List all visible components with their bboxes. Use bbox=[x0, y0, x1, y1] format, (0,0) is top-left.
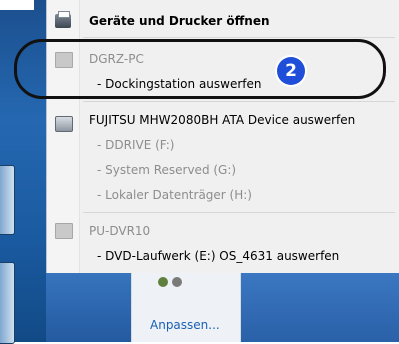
step-number-badge: 2 bbox=[277, 57, 305, 85]
menu-subitem-ddrive: - DDRIVE (F:) bbox=[47, 132, 399, 157]
taskbar-area bbox=[239, 273, 399, 342]
notification-tray-popup: Anpassen... bbox=[131, 273, 241, 342]
menu-subitem-local-disk: - Lokaler Datenträger (H:) bbox=[47, 182, 399, 207]
taskbar-area bbox=[46, 273, 131, 342]
menu-subitem-label: - DDRIVE (F:) bbox=[97, 137, 175, 152]
menu-item-dvd-eject[interactable]: - DVD-Laufwerk (E:) OS_4631 auswerfen bbox=[47, 243, 399, 268]
printer-icon bbox=[55, 11, 71, 28]
desktop-window-edge bbox=[0, 0, 34, 10]
highlight-oval bbox=[14, 39, 386, 99]
desktop-thumbnail bbox=[0, 165, 15, 235]
menu-item-label: FUJITSU MHW2080BH ATA Device auswerfen bbox=[89, 112, 356, 127]
desktop-thumbnail bbox=[0, 262, 15, 344]
menu-separator bbox=[83, 37, 395, 38]
volume-icon[interactable] bbox=[172, 277, 182, 287]
menu-header-label: PU-DVR10 bbox=[89, 223, 151, 238]
menu-separator bbox=[83, 212, 395, 213]
menu-separator bbox=[83, 101, 395, 102]
menu-subitem-system-reserved: - System Reserved (G:) bbox=[47, 157, 399, 182]
dvd-drive-icon bbox=[55, 223, 73, 239]
menu-item-fujitsu-eject[interactable]: FUJITSU MHW2080BH ATA Device auswerfen bbox=[47, 107, 399, 132]
menu-item-label: - DVD-Laufwerk (E:) OS_4631 auswerfen bbox=[97, 248, 340, 263]
menu-subitem-label: - Lokaler Datenträger (H:) bbox=[97, 187, 252, 202]
menu-item-open-devices[interactable]: Geräte und Drucker öffnen bbox=[47, 8, 399, 33]
menu-subitem-label: - System Reserved (G:) bbox=[97, 162, 237, 177]
menu-header-pu-dvr: PU-DVR10 bbox=[47, 218, 399, 243]
tray-icons bbox=[158, 276, 188, 288]
hard-drive-icon bbox=[55, 116, 73, 132]
menu-item-label: Geräte und Drucker öffnen bbox=[89, 13, 270, 28]
customize-link[interactable]: Anpassen... bbox=[150, 318, 220, 332]
network-icon[interactable] bbox=[158, 277, 168, 287]
